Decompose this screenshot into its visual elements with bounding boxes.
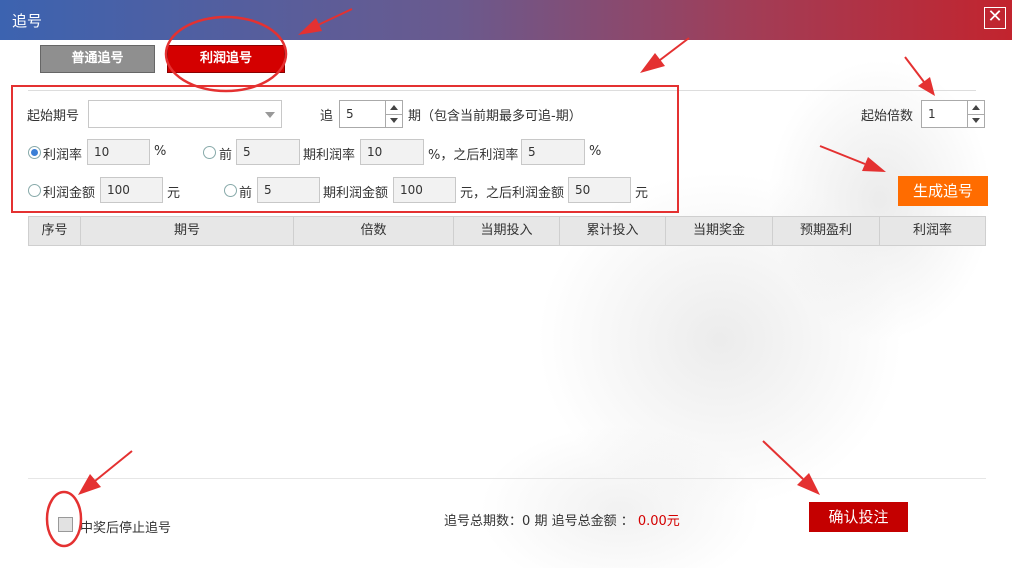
start-multiple-label: 起始倍数 (861, 109, 914, 124)
footer-divider (28, 478, 986, 479)
column-header: 当期奖金 (666, 217, 773, 245)
total-amount: 0.00元 (637, 514, 680, 529)
column-header: 预期盈利 (773, 217, 880, 245)
stepper-down-icon[interactable] (968, 114, 984, 128)
annotation-highlight-box (11, 85, 679, 213)
start-multiple-stepper[interactable]: 1 (921, 100, 985, 128)
start-multiple-value: 1 (928, 107, 936, 121)
tab-profit-chase[interactable]: 利润追号 (167, 45, 285, 73)
confirm-bet-button[interactable]: 确认投注 (809, 502, 908, 532)
column-header: 序号 (29, 217, 81, 245)
chase-table-header: 序号 期号 倍数 当期投入 累计投入 当期奖金 预期盈利 利润率 (28, 216, 986, 246)
window-title: 追号 (12, 12, 43, 30)
stop-on-win-checkbox[interactable] (58, 517, 73, 532)
title-bar: 追号 ✕ (0, 0, 1012, 40)
column-header: 倍数 (294, 217, 454, 245)
column-header: 期号 (81, 217, 294, 245)
close-button[interactable]: ✕ (984, 7, 1006, 29)
total-periods: 0 (522, 514, 531, 529)
summary-prefix: 追号总期数： (444, 514, 523, 529)
column-header: 利润率 (912, 223, 952, 238)
tab-normal-chase[interactable]: 普通追号 (40, 45, 155, 73)
stop-on-win-label: 中奖后停止追号 (80, 521, 172, 536)
summary-mid: 期 追号总金额 ： (534, 514, 634, 529)
generate-chase-button[interactable]: 生成追号 (898, 176, 988, 206)
column-header: 累计投入 (560, 217, 666, 245)
chase-summary: 追号总期数：0 期 追号总金额 ： 0.00元 (444, 510, 680, 529)
column-header: 当期投入 (454, 217, 560, 245)
stepper-up-icon[interactable] (968, 101, 984, 114)
